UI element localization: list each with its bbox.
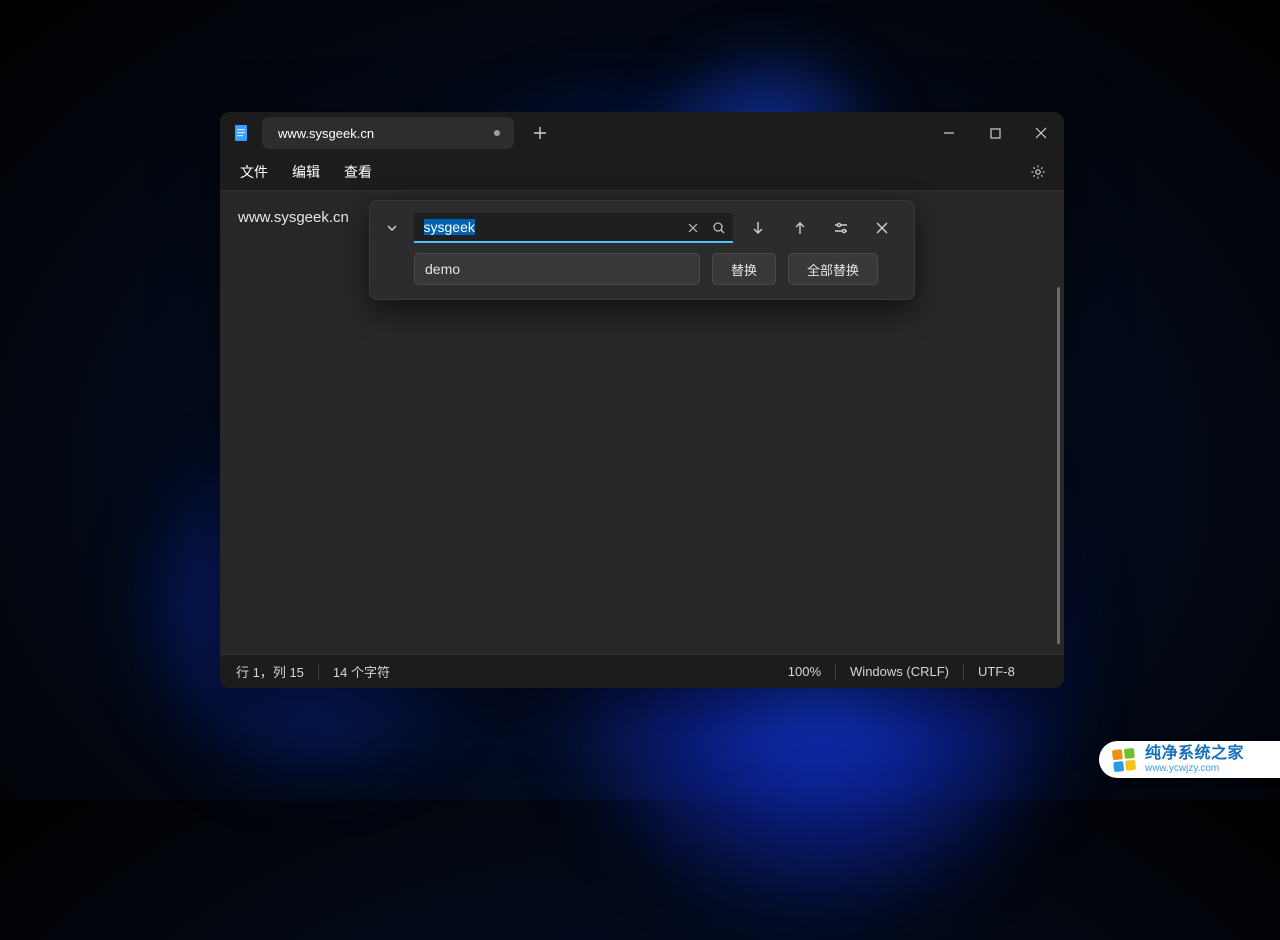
watermark-logo-icon	[1112, 748, 1136, 772]
document-tab[interactable]: www.sysgeek.cn	[262, 117, 514, 149]
tab-title: www.sysgeek.cn	[278, 126, 374, 141]
close-button[interactable]	[1018, 112, 1064, 154]
find-replace-panel: 替换 全部替换	[369, 200, 915, 300]
new-tab-button[interactable]	[524, 117, 556, 149]
line-ending[interactable]: Windows (CRLF)	[850, 664, 949, 679]
encoding[interactable]: UTF-8	[978, 664, 1048, 679]
zoom-level[interactable]: 100%	[788, 664, 821, 679]
vertical-scrollbar[interactable]	[1052, 287, 1060, 644]
watermark: 纯净系统之家 www.ycwjzy.com	[1099, 741, 1280, 778]
editor-area[interactable]: www.sysgeek.cn	[220, 190, 1064, 654]
replace-all-button[interactable]: 全部替换	[788, 253, 878, 285]
collapse-replace-button[interactable]	[380, 214, 404, 242]
tab-strip: www.sysgeek.cn	[262, 112, 556, 154]
titlebar: www.sysgeek.cn	[220, 112, 1064, 154]
menubar: 文件 编辑 查看	[220, 154, 1064, 190]
replace-button[interactable]: 替换	[712, 253, 776, 285]
search-options-button[interactable]	[825, 213, 856, 243]
search-button[interactable]	[705, 213, 733, 243]
notepad-app-icon	[232, 124, 250, 142]
close-find-button[interactable]	[867, 213, 898, 243]
clear-search-button[interactable]	[679, 213, 707, 243]
watermark-title: 纯净系统之家	[1145, 745, 1244, 763]
statusbar: 行 1，列 15 14 个字符 100% Windows (CRLF) UTF-…	[220, 654, 1064, 688]
find-next-button[interactable]	[743, 213, 774, 243]
menu-edit[interactable]: 编辑	[280, 158, 332, 186]
settings-button[interactable]	[1020, 156, 1056, 188]
character-count: 14 个字符	[333, 662, 390, 681]
find-previous-button[interactable]	[784, 213, 815, 243]
watermark-url: www.ycwjzy.com	[1145, 763, 1244, 774]
cursor-position: 行 1，列 15	[236, 662, 304, 681]
document-content: www.sysgeek.cn	[238, 209, 349, 226]
maximize-button[interactable]	[972, 112, 1018, 154]
minimize-button[interactable]	[926, 112, 972, 154]
menu-file[interactable]: 文件	[228, 158, 280, 186]
notepad-window: www.sysgeek.cn 文件 编辑 查看	[220, 112, 1064, 688]
replace-input[interactable]	[414, 253, 700, 285]
menu-view[interactable]: 查看	[332, 158, 384, 186]
unsaved-indicator-icon	[494, 130, 500, 136]
